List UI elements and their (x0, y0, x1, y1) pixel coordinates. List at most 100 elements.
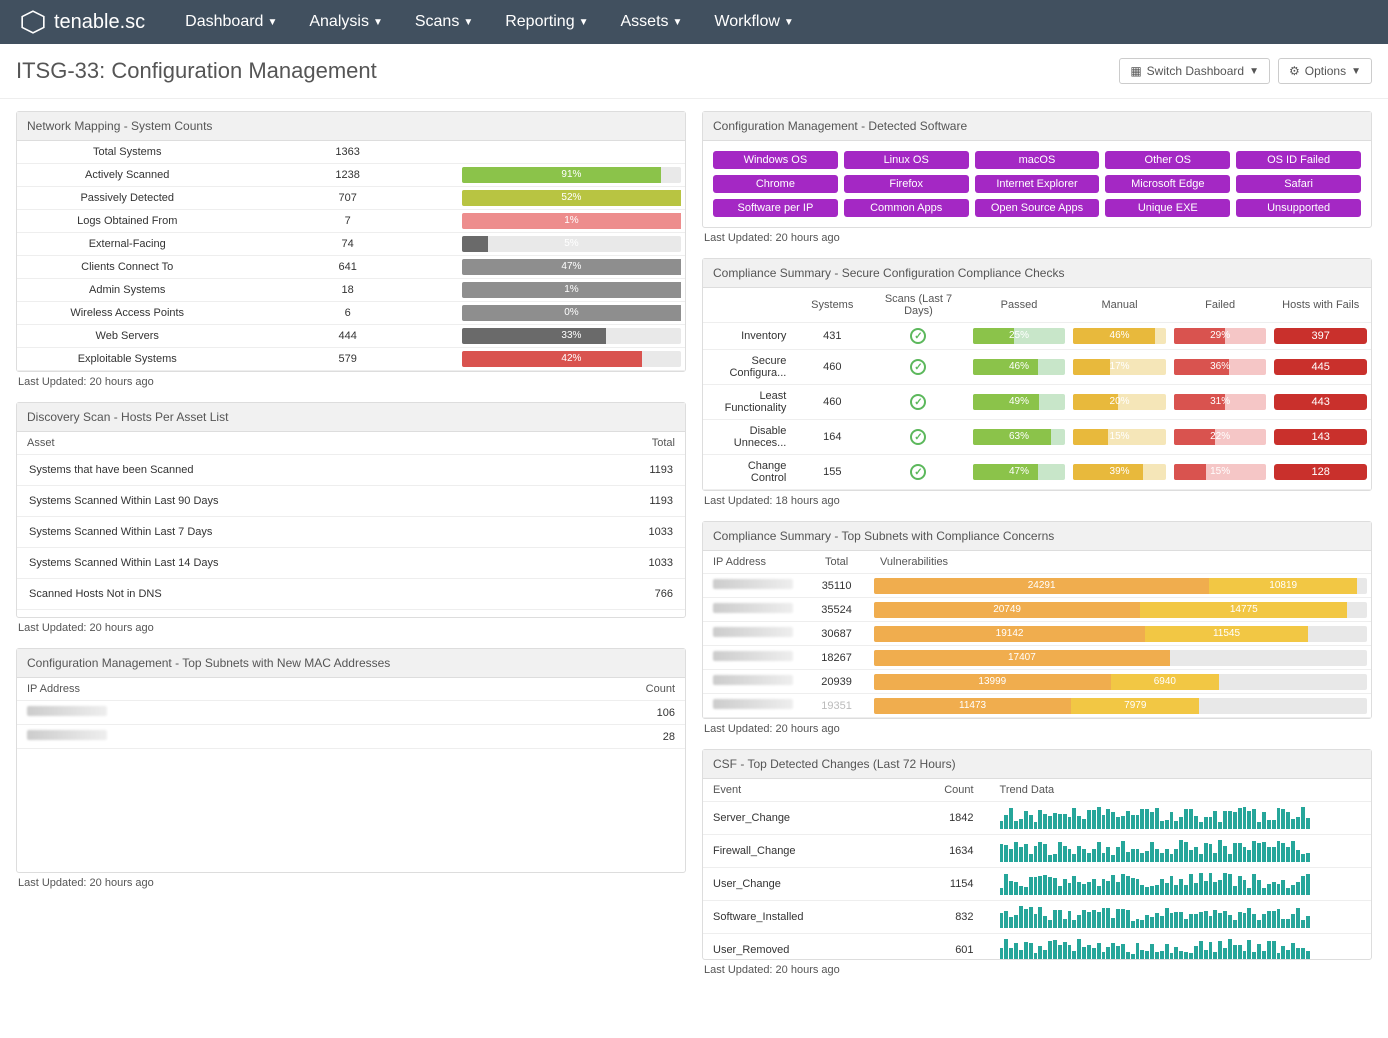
hosts-badge: 143 (1274, 429, 1367, 445)
nav-item-assets[interactable]: Assets ▼ (621, 13, 683, 31)
check-icon: ✓ (910, 464, 926, 480)
nav-item-reporting[interactable]: Reporting ▼ (505, 13, 588, 31)
table-row[interactable]: 28 (17, 725, 685, 749)
sparkline (1000, 939, 1310, 959)
table-row[interactable]: Admin Systems181% (17, 279, 685, 302)
table-row[interactable]: 1826717407 (703, 646, 1371, 670)
table-row[interactable]: Systems Scanned Within Last 7 Days1033 (17, 517, 685, 548)
last-updated: Last Updated: 20 hours ago (16, 873, 686, 889)
table-row[interactable]: 20939139996940 (703, 670, 1371, 694)
last-updated: Last Updated: 20 hours ago (702, 719, 1372, 735)
last-updated: Last Updated: 20 hours ago (16, 372, 686, 388)
tenable-hex-icon (20, 9, 46, 35)
csf-changes-panel: CSF - Top Detected Changes (Last 72 Hour… (702, 749, 1372, 960)
discovery-scan-panel: Discovery Scan - Hosts Per Asset List As… (16, 402, 686, 618)
ip-redacted (713, 579, 793, 589)
caret-down-icon: ▼ (463, 17, 473, 28)
ip-redacted (713, 675, 793, 685)
software-tag[interactable]: Microsoft Edge (1105, 175, 1230, 193)
table-row[interactable]: Server_Change1842 (703, 802, 1371, 835)
gear-icon: ⚙ (1289, 64, 1300, 78)
panel-title: Discovery Scan - Hosts Per Asset List (17, 403, 685, 432)
table-row[interactable]: Actively Scanned123891% (17, 164, 685, 187)
table-row[interactable]: User_Change1154 (703, 868, 1371, 901)
options-button[interactable]: ⚙ Options ▼ (1278, 58, 1372, 84)
panel-title: Compliance Summary - Top Subnets with Co… (703, 522, 1371, 551)
software-tag[interactable]: Internet Explorer (975, 175, 1100, 193)
table-row[interactable]: Change Control155✓47%39%15%128 (703, 455, 1371, 490)
brand-logo[interactable]: tenable.sc (20, 9, 145, 35)
table-row[interactable]: Wireless Access Points60% (17, 302, 685, 325)
table-row[interactable]: Least Functionality460✓49%20%31%443 (703, 385, 1371, 420)
last-updated: Last Updated: 20 hours ago (702, 960, 1372, 976)
hosts-badge: 128 (1274, 464, 1367, 480)
caret-down-icon: ▼ (579, 17, 589, 28)
switch-dashboard-button[interactable]: ▦ Switch Dashboard ▼ (1119, 58, 1270, 84)
table-row[interactable]: Software_Installed832 (703, 901, 1371, 934)
software-tag[interactable]: Other OS (1105, 151, 1230, 169)
caret-down-icon: ▼ (267, 17, 277, 28)
table-row[interactable]: Firewall_Change1634 (703, 835, 1371, 868)
table-row[interactable]: 19351114737979 (703, 694, 1371, 718)
last-updated: Last Updated: 18 hours ago (702, 491, 1372, 507)
table-row[interactable]: 306871914211545 (703, 622, 1371, 646)
nav-item-dashboard[interactable]: Dashboard ▼ (185, 13, 277, 31)
panel-title: Compliance Summary - Secure Configuratio… (703, 259, 1371, 288)
software-tag[interactable]: Chrome (713, 175, 838, 193)
check-icon: ✓ (910, 429, 926, 445)
table-row[interactable]: Passively Detected70752% (17, 187, 685, 210)
table-row[interactable]: Web Servers44433% (17, 325, 685, 348)
software-tag[interactable]: Unsupported (1236, 199, 1361, 217)
sparkline (1000, 906, 1310, 928)
check-icon: ✓ (910, 394, 926, 410)
hosts-badge: 397 (1274, 328, 1367, 344)
nav-item-scans[interactable]: Scans ▼ (415, 13, 473, 31)
check-icon: ✓ (910, 359, 926, 375)
sparkline (1000, 873, 1310, 895)
table-row[interactable]: Exploitable Systems57942% (17, 348, 685, 371)
ip-redacted (27, 706, 107, 716)
panel-title: Configuration Management - Detected Soft… (703, 112, 1371, 141)
table-row[interactable]: Systems that have been Scanned1193 (17, 455, 685, 486)
table-row[interactable]: Systems with Software Inventoried in the… (17, 610, 685, 618)
software-tag[interactable]: Firefox (844, 175, 969, 193)
software-tag[interactable]: Windows OS (713, 151, 838, 169)
software-tag[interactable]: Open Source Apps (975, 199, 1100, 217)
top-subnets-panel: Compliance Summary - Top Subnets with Co… (702, 521, 1372, 719)
software-tag[interactable]: Software per IP (713, 199, 838, 217)
table-row[interactable]: User_Removed601 (703, 934, 1371, 960)
brand-text: tenable.sc (54, 11, 145, 34)
software-tag[interactable]: OS ID Failed (1236, 151, 1361, 169)
table-row[interactable]: Scanned Hosts Not in DNS766 (17, 579, 685, 610)
ip-redacted (713, 603, 793, 613)
caret-down-icon: ▼ (373, 17, 383, 28)
table-row[interactable]: Inventory431✓25%46%29%397 (703, 323, 1371, 350)
nav-item-workflow[interactable]: Workflow ▼ (714, 13, 793, 31)
nav-item-analysis[interactable]: Analysis ▼ (309, 13, 382, 31)
software-tag[interactable]: Common Apps (844, 199, 969, 217)
page-title: ITSG-33: Configuration Management (16, 58, 377, 84)
table-row[interactable]: Systems Scanned Within Last 90 Days1193 (17, 486, 685, 517)
table-row[interactable]: Systems Scanned Within Last 14 Days1033 (17, 548, 685, 579)
hosts-badge: 445 (1274, 359, 1367, 375)
software-tag[interactable]: macOS (975, 151, 1100, 169)
caret-down-icon: ▼ (1351, 66, 1361, 77)
detected-software-panel: Configuration Management - Detected Soft… (702, 111, 1372, 228)
table-row[interactable]: 355242074914775 (703, 598, 1371, 622)
panel-title: CSF - Top Detected Changes (Last 72 Hour… (703, 750, 1371, 779)
ip-redacted (713, 699, 793, 709)
table-row[interactable]: Disable Unneces...164✓63%15%22%143 (703, 420, 1371, 455)
ip-redacted (27, 730, 107, 740)
software-tag[interactable]: Safari (1236, 175, 1361, 193)
table-row[interactable]: Total Systems1363 (17, 141, 685, 164)
table-row[interactable]: 351102429110819 (703, 574, 1371, 598)
software-tag[interactable]: Linux OS (844, 151, 969, 169)
table-row[interactable]: Logs Obtained From71% (17, 210, 685, 233)
software-tag[interactable]: Unique EXE (1105, 199, 1230, 217)
table-row[interactable]: External-Facing745% (17, 233, 685, 256)
ip-redacted (713, 651, 793, 661)
panel-title: Network Mapping - System Counts (17, 112, 685, 141)
table-row[interactable]: Secure Configura...460✓46%17%36%445 (703, 350, 1371, 385)
table-row[interactable]: Clients Connect To64147% (17, 256, 685, 279)
table-row[interactable]: 106 (17, 701, 685, 725)
